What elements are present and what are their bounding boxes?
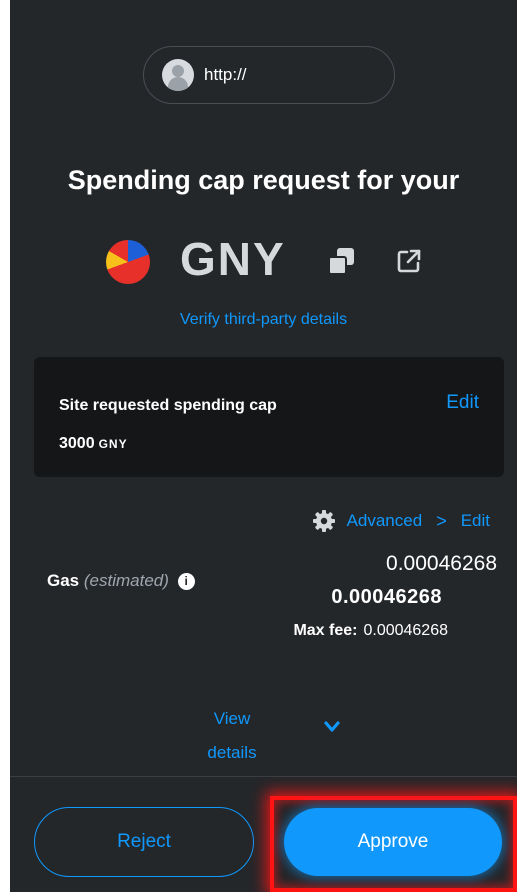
chevron-right-icon: > xyxy=(436,510,447,531)
site-avatar-icon xyxy=(162,59,194,91)
spending-cap-value: 3000 GNY xyxy=(59,435,128,453)
approve-button[interactable]: Approve xyxy=(284,808,502,876)
external-link-icon[interactable] xyxy=(396,248,422,274)
gas-edit-button[interactable]: Edit xyxy=(461,511,490,531)
gas-label-text: Gas xyxy=(47,571,80,590)
spending-cap-unit: GNY xyxy=(98,437,128,451)
view-details-link[interactable]: View details xyxy=(202,702,262,770)
max-fee: Max fee: 0.00046268 xyxy=(293,622,448,640)
footer-divider xyxy=(10,776,517,777)
spending-cap-edit-button[interactable]: Edit xyxy=(446,392,479,414)
copy-icon[interactable] xyxy=(328,248,356,276)
spending-cap-box: Site requested spending cap Edit 3000 GNY xyxy=(34,357,504,477)
gas-native-value: 0.00046268 xyxy=(331,586,442,608)
max-fee-value: 0.00046268 xyxy=(363,622,448,639)
gear-icon xyxy=(312,510,335,532)
spending-cap-label: Site requested spending cap xyxy=(59,397,277,414)
gas-advanced-row[interactable]: Advanced > Edit xyxy=(312,510,490,532)
origin-pill: http:// xyxy=(143,46,395,104)
token-symbol: GNY xyxy=(180,233,286,285)
gas-fiat-value: 0.00046268 xyxy=(386,552,497,575)
token-row: GNY xyxy=(106,232,446,288)
chevron-down-icon[interactable] xyxy=(323,720,341,734)
origin-url: http:// xyxy=(204,65,247,84)
gas-label: Gas (estimated) i xyxy=(47,571,195,591)
advanced-label[interactable]: Advanced xyxy=(347,511,423,531)
view-details-line1[interactable]: View xyxy=(202,702,262,736)
spending-cap-amount: 3000 xyxy=(59,435,95,452)
reject-button[interactable]: Reject xyxy=(34,807,254,877)
page-title: Spending cap request for your xyxy=(67,165,460,195)
approval-panel: http:// Spending cap request for your GN… xyxy=(10,0,517,892)
gas-estimated-label: (estimated) xyxy=(83,571,169,590)
info-icon[interactable]: i xyxy=(177,573,195,590)
view-details-line2[interactable]: details xyxy=(202,736,262,770)
token-logo-icon xyxy=(106,240,150,284)
max-fee-label: Max fee: xyxy=(293,622,358,639)
verify-third-party-link[interactable]: Verify third-party details xyxy=(10,311,517,329)
